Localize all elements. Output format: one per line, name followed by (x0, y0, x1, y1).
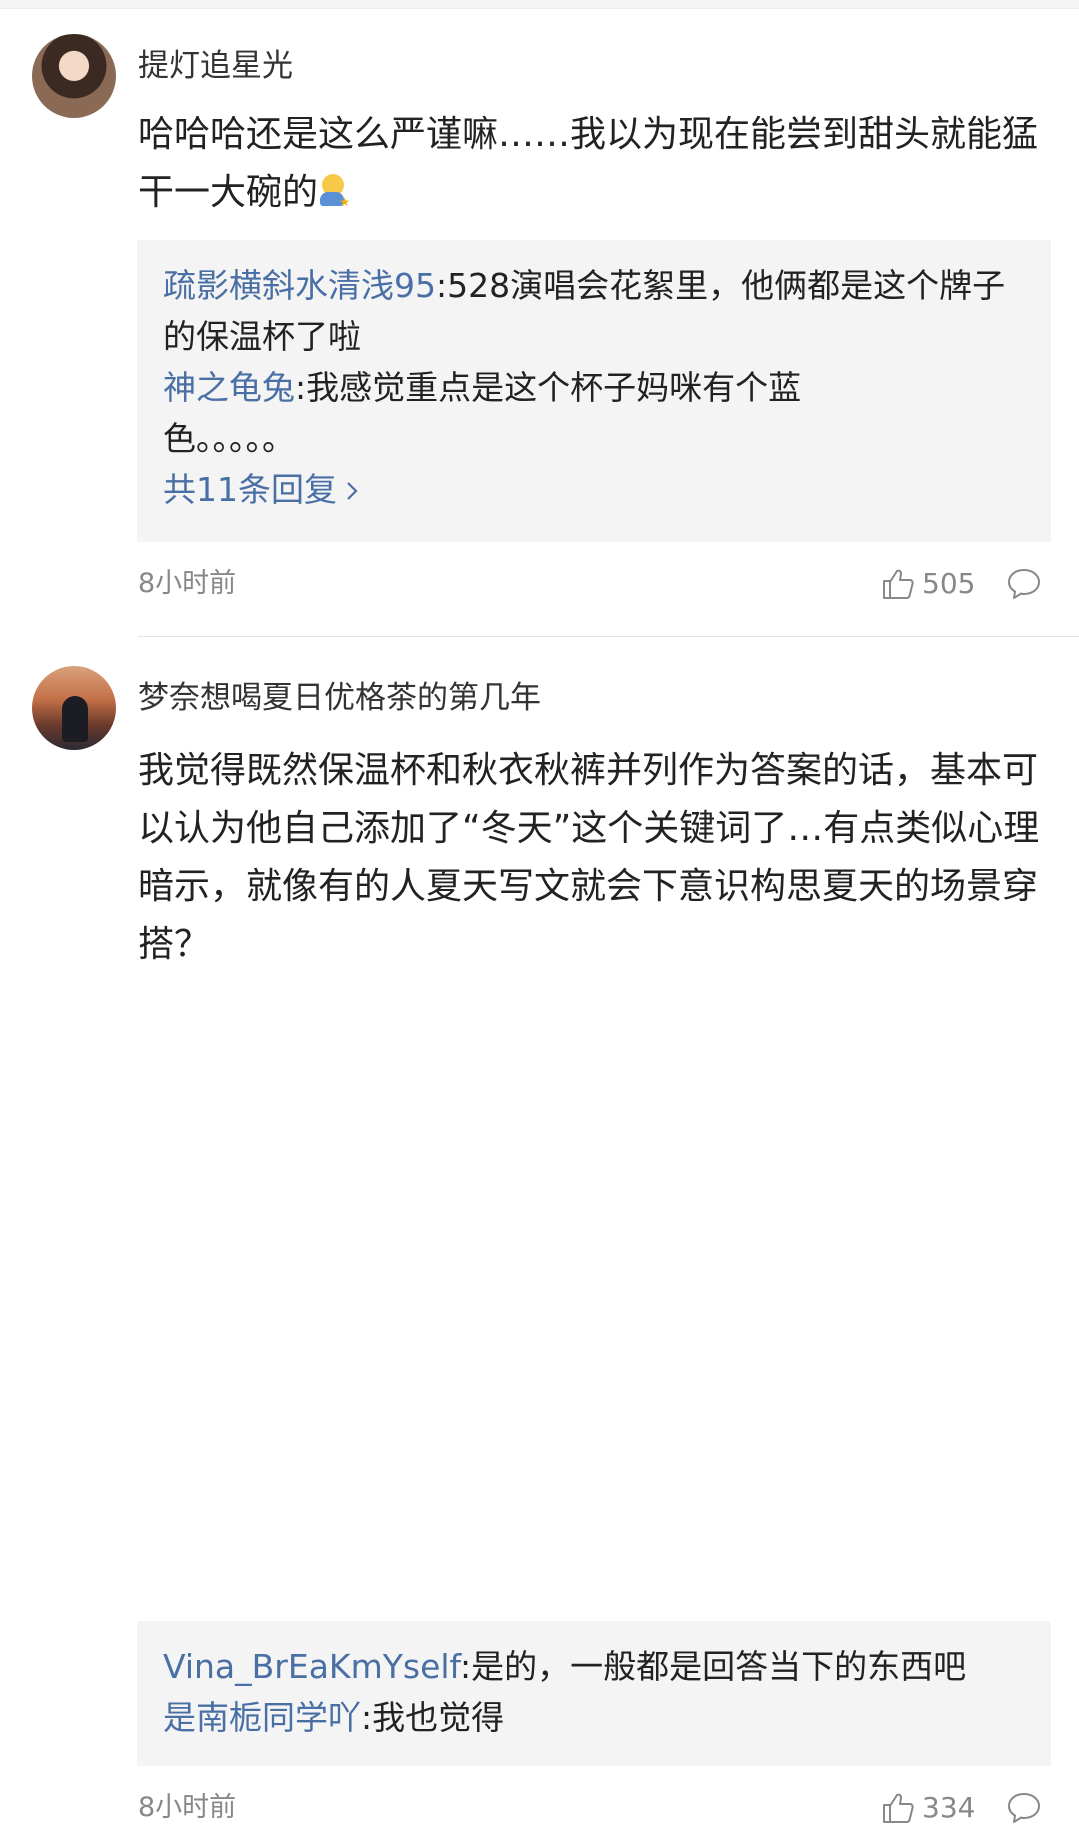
top-divider (0, 0, 1079, 9)
thumbs-up-icon[interactable] (880, 566, 916, 602)
like-count: 505 (922, 567, 976, 600)
reply-box[interactable]: 疏影横斜水清浅95:528演唱会花絮里，他俩都是这个牌子的保温杯了啦 神之龟兔:… (137, 240, 1051, 542)
comment-username[interactable]: 提灯追星光 (138, 46, 293, 86)
reply-username[interactable]: 神之龟兔 (163, 368, 295, 407)
reply-separator: : (459, 1647, 472, 1686)
comment-divider (138, 636, 1079, 637)
avatar[interactable] (32, 34, 116, 118)
reply-username[interactable]: Vina_BrEaKmYself (163, 1647, 460, 1686)
chevron-right-icon (347, 482, 358, 500)
avatar[interactable] (32, 666, 116, 750)
reply-separator: : (361, 1698, 373, 1737)
comment-bubble-icon[interactable] (1006, 566, 1042, 602)
reply-username[interactable]: 是南栀同学吖 (163, 1698, 361, 1737)
reply-username[interactable]: 疏影横斜水清浅95 (163, 266, 436, 305)
comment-text: 哈哈哈还是这么严谨嘛……我以为现在能尝到甜头就能猛干一大碗的 (138, 114, 1039, 213)
reply-item[interactable]: Vina_BrEaKmYself:是的，一般都是回答当下的东西吧 (163, 1641, 1025, 1692)
hugging-face-emoji-icon: ★ (318, 174, 350, 208)
more-replies-label: 共11条回复 (163, 470, 337, 509)
more-replies-link[interactable]: 共11条回复 (163, 464, 361, 515)
comment-bubble-icon[interactable] (1006, 1790, 1042, 1826)
reply-text: 是的，一般都是回答当下的东西吧 (471, 1647, 967, 1686)
comment-time: 8小时前 (138, 568, 237, 599)
comment-content: 哈哈哈还是这么严谨嘛……我以为现在能尝到甜头就能猛干一大碗的 ★ (138, 106, 1043, 222)
reply-separator: : (436, 266, 448, 305)
comment-meta: 8小时前 334 (0, 1788, 1079, 1828)
reply-separator: : (295, 368, 307, 407)
comment-time: 8小时前 (138, 1792, 237, 1823)
comment-username[interactable]: 梦奈想喝夏日优格茶的第几年 (138, 678, 541, 718)
comment-text: 我觉得既然保温杯和秋衣秋裤并列作为答案的话，基本可以认为他自己添加了“冬天”这个… (138, 750, 1040, 965)
reply-text: 我也觉得 (372, 1698, 505, 1737)
thumbs-up-icon[interactable] (880, 1790, 916, 1826)
reply-item[interactable]: 神之龟兔:我感觉重点是这个杯子妈咪有个蓝色。。。。。 (163, 362, 863, 464)
reply-box[interactable]: Vina_BrEaKmYself:是的，一般都是回答当下的东西吧 是南栀同学吖:… (137, 1621, 1051, 1766)
reply-item[interactable]: 疏影横斜水清浅95:528演唱会花絮里，他俩都是这个牌子的保温杯了啦 (163, 260, 1025, 362)
like-count: 334 (922, 1791, 976, 1824)
comment-meta: 8小时前 505 (0, 564, 1079, 604)
comment-content: 我觉得既然保温杯和秋衣秋裤并列作为答案的话，基本可以认为他自己添加了“冬天”这个… (138, 742, 1043, 974)
reply-item[interactable]: 是南栀同学吖:我也觉得 (163, 1692, 1025, 1743)
